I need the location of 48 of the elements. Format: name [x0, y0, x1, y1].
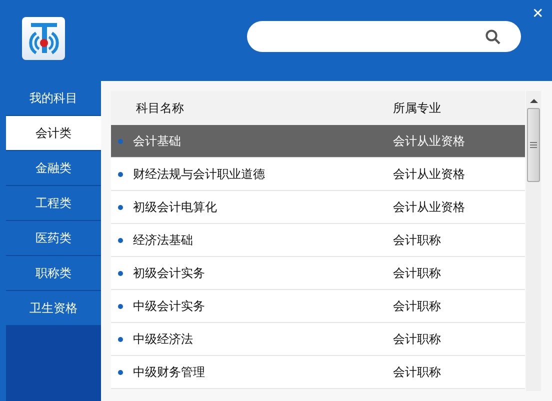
major-name: 会计职称 [393, 264, 442, 282]
category-tab[interactable]: 卫生资格 [6, 291, 101, 326]
search-icon [485, 28, 501, 44]
close-button[interactable]: ✕ [530, 3, 546, 23]
subject-row[interactable]: 会计基础 会计从业资格 [111, 125, 525, 158]
bullet-icon [118, 204, 123, 210]
subject-row[interactable]: 财经法规与会计职业道德 会计从业资格 [111, 158, 525, 191]
column-header: 所属专业 [393, 100, 442, 116]
subject-name: 会计基础 [133, 132, 182, 150]
scroll-thumb[interactable] [527, 108, 540, 182]
bullet-icon [118, 172, 123, 176]
subject-name: 经济法基础 [133, 232, 194, 248]
app-logo-icon [22, 17, 65, 60]
major-name: 会计职称 [393, 298, 442, 314]
bullet-icon [118, 270, 123, 276]
subject-name: 中级会计实务 [133, 298, 206, 314]
subject-row[interactable]: 初级会计电算化 会计从业资格 [111, 191, 525, 224]
major-name: 会计职称 [393, 364, 442, 380]
category-tab[interactable]: 我的科目 [6, 81, 101, 116]
major-name: 会计从业资格 [393, 198, 466, 216]
bullet-icon [118, 238, 123, 242]
category-tab[interactable]: 会计类 [6, 116, 101, 151]
major-name: 会计从业资格 [393, 132, 466, 150]
bullet-icon [118, 336, 123, 342]
major-name: 会计从业资格 [393, 166, 466, 182]
subject-row[interactable]: 中级财务管理 会计职称 [111, 356, 525, 389]
search-field[interactable] [247, 21, 521, 52]
major-name: 会计职称 [393, 232, 442, 248]
subject-row[interactable]: 经济法基础 会计职称 [111, 224, 525, 257]
scrollbar[interactable] [526, 91, 541, 391]
major-name: 会计职称 [393, 330, 442, 348]
category-tab[interactable]: 工程类 [6, 186, 101, 221]
scroll-up-icon[interactable] [530, 99, 538, 103]
subject-row[interactable]: 中级会计实务 会计职称 [111, 290, 525, 323]
bullet-icon [118, 138, 123, 144]
subject-name: 中级财务管理 [133, 364, 206, 380]
subject-name: 财经法规与会计职业道德 [133, 166, 266, 182]
subject-row[interactable]: 中级经济法 会计职称 [111, 323, 525, 356]
subject-name: 中级经济法 [133, 330, 194, 348]
category-tab[interactable]: 医药类 [6, 221, 101, 256]
category-tab[interactable]: 职称类 [6, 256, 101, 291]
bullet-icon [118, 370, 123, 374]
category-tab[interactable]: 金融类 [6, 151, 101, 186]
subject-name: 初级会计电算化 [133, 198, 218, 216]
subject-row[interactable]: 初级会计实务 会计职称 [111, 257, 525, 290]
column-header: 科目名称 [135, 100, 185, 116]
bullet-icon [118, 304, 123, 308]
subject-name: 初级会计实务 [133, 264, 206, 282]
